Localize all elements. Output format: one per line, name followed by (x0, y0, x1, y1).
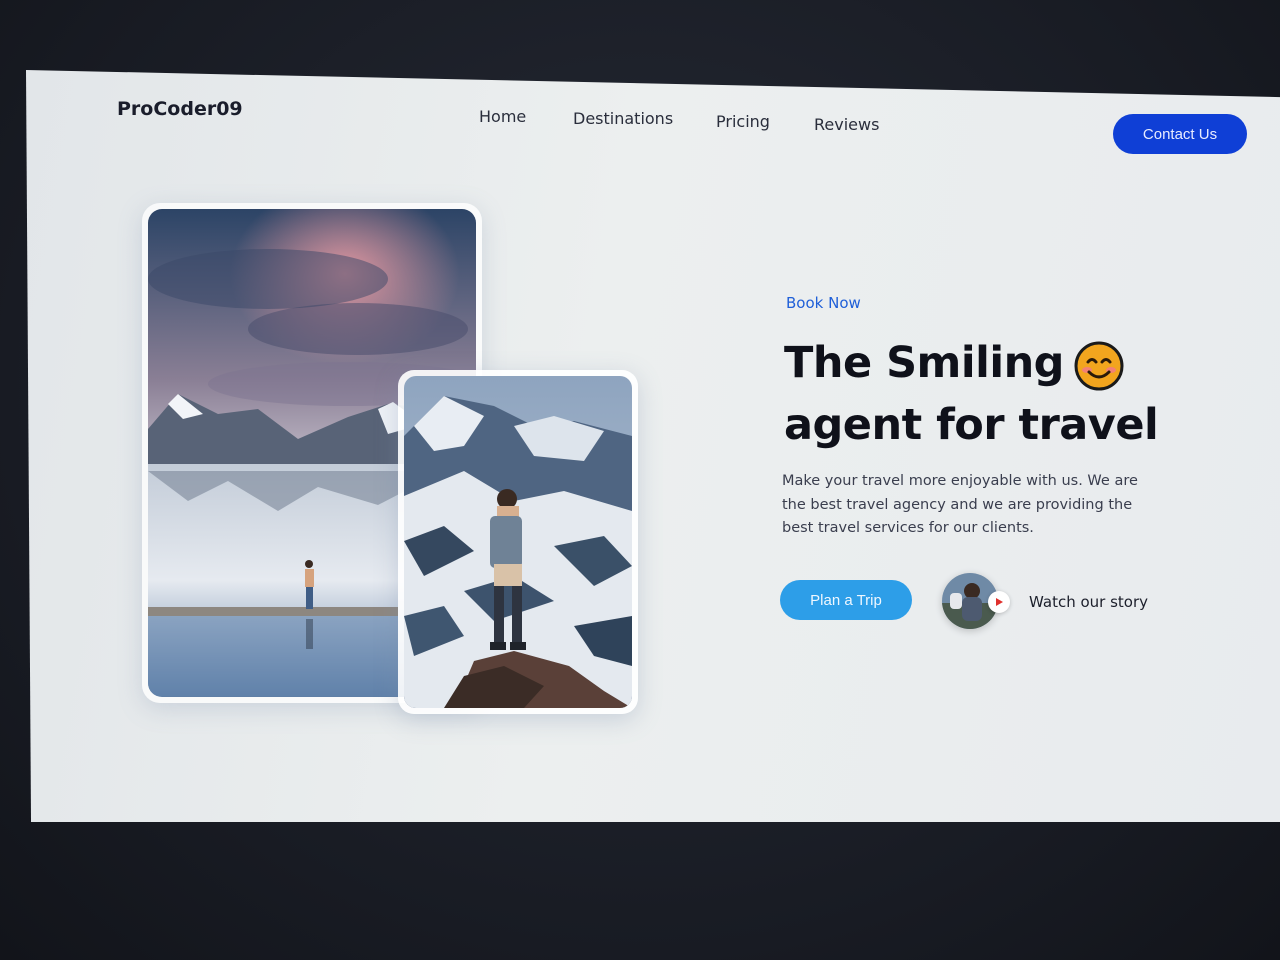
nav-pricing[interactable]: Pricing (716, 112, 770, 131)
contact-us-button[interactable]: Contact Us (1113, 114, 1247, 154)
hero-title-line2: agent for travel (784, 400, 1159, 450)
monitor-bezel: ProCoder09 Home Destinations Pricing Rev… (0, 0, 1280, 960)
nav-destinations[interactable]: Destinations (573, 109, 673, 128)
watch-story-link[interactable]: Watch our story (1029, 593, 1148, 611)
hiker-photo (404, 376, 632, 708)
nav-home[interactable]: Home (479, 107, 526, 126)
book-now-link[interactable]: Book Now (786, 294, 861, 312)
hiker-photo-card (398, 370, 638, 714)
smiling-face-icon (1074, 341, 1124, 391)
hero-description: Make your travel more enjoyable with us.… (782, 473, 1138, 536)
play-icon (996, 598, 1003, 606)
nav-reviews[interactable]: Reviews (814, 115, 879, 134)
plan-a-trip-button[interactable]: Plan a Trip (780, 580, 912, 620)
play-button[interactable] (988, 591, 1010, 613)
browser-page: ProCoder09 Home Destinations Pricing Rev… (26, 70, 1280, 822)
hero-title-line1: The Smiling (784, 338, 1064, 388)
hero-headline: The Smiling agent for travel (784, 332, 1159, 456)
site-logo[interactable]: ProCoder09 (117, 98, 243, 120)
